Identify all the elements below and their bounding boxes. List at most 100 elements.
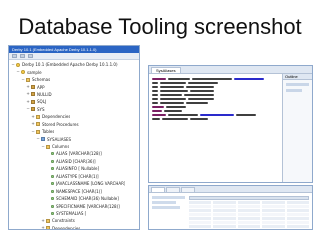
- tree-item[interactable]: NAMESPACE [CHAR(1)]: [11, 187, 137, 194]
- folder-icon: [46, 144, 50, 149]
- tree-item[interactable]: JAVACLASSNAME [LONG VARCHAR]: [11, 180, 137, 187]
- results-grid-cell: [189, 225, 212, 228]
- tree-item-label: sample: [27, 69, 42, 75]
- tree-item-label: Stored Procedures: [42, 121, 79, 127]
- sql-code-area[interactable]: [152, 77, 280, 121]
- results-grid-cell: [262, 221, 285, 224]
- results-tab[interactable]: [181, 187, 195, 192]
- history-item[interactable]: [152, 206, 180, 209]
- history-item[interactable]: [152, 201, 176, 204]
- database-icon: [16, 62, 20, 67]
- results-grid-cell: [286, 213, 310, 216]
- results-grid-cell: [286, 201, 310, 204]
- tree-item[interactable]: ALIASID [CHAR(36)]: [11, 158, 137, 165]
- results-grid-cell: [237, 217, 261, 220]
- tree-item-label: SPECIFICNAME [VARCHAR(128)]: [56, 203, 120, 209]
- tree-item[interactable]: SPECIFICNAME [VARCHAR(128)]: [11, 202, 137, 209]
- history-item[interactable]: [152, 196, 185, 199]
- tree-item[interactable]: + Dependencies: [11, 113, 137, 120]
- results-grid-row[interactable]: [189, 209, 310, 212]
- results-grid-row[interactable]: [189, 217, 310, 220]
- slide-title: Database Tooling screenshot: [18, 14, 302, 39]
- tree-item[interactable]: + Stored Procedures: [11, 121, 137, 128]
- tree-item[interactable]: + SQLJ: [11, 98, 137, 105]
- expand-icon[interactable]: +: [26, 99, 30, 104]
- column-icon: [51, 197, 54, 201]
- outline-panel: Outline: [282, 74, 312, 182]
- tree-item[interactable]: + Dependencies: [11, 225, 137, 229]
- collapse-icon[interactable]: −: [16, 70, 20, 74]
- expand-icon[interactable]: +: [41, 226, 45, 229]
- results-tab-bar: [149, 186, 312, 193]
- tree-item[interactable]: ALIAS [VARCHAR(128)]: [11, 150, 137, 157]
- tree-item[interactable]: + NULLID: [11, 91, 137, 98]
- collapse-icon[interactable]: −: [31, 129, 35, 134]
- database-icon: [21, 70, 25, 75]
- tree-item[interactable]: − SYSALIASES: [11, 135, 137, 142]
- tree-item[interactable]: ALIASTYPE [CHAR(1)]: [11, 173, 137, 180]
- tree-item[interactable]: SCHEMAID [CHAR(36) Nullable]: [11, 195, 137, 202]
- results-grid-cell: [189, 221, 212, 224]
- outline-item[interactable]: [286, 89, 302, 92]
- expand-icon[interactable]: +: [26, 85, 30, 89]
- collapse-icon[interactable]: −: [11, 62, 15, 67]
- column-icon: [51, 182, 54, 186]
- results-grid-row[interactable]: [189, 201, 310, 204]
- tree-item-label: Derby 10.1 (Embedded Apache Derby 10.1.1…: [22, 62, 118, 68]
- tab-sysaliases[interactable]: SysAliases: [151, 67, 181, 73]
- tree-item[interactable]: ALIASINFO [ Nullable]: [11, 165, 137, 172]
- tree-item[interactable]: − sample: [11, 68, 137, 75]
- tree-item-label: SQLJ: [37, 99, 47, 105]
- tree-item[interactable]: + Constraints: [11, 217, 137, 224]
- expand-icon[interactable]: +: [26, 92, 30, 96]
- collapse-icon[interactable]: −: [26, 107, 30, 111]
- collapse-all-icon[interactable]: [12, 54, 17, 58]
- results-grid-cell: [213, 225, 236, 228]
- results-grid-row[interactable]: [189, 205, 310, 208]
- table-icon: [41, 137, 45, 142]
- results-grid-cell: [189, 209, 212, 212]
- tree-item[interactable]: + APP: [11, 83, 137, 90]
- results-tab[interactable]: [151, 187, 165, 192]
- results-grid-row[interactable]: [189, 213, 310, 216]
- tree-item[interactable]: − Tables: [11, 128, 137, 135]
- folder-icon: [46, 226, 50, 229]
- schema-icon: [31, 107, 35, 112]
- results-grid-row[interactable]: [189, 225, 310, 228]
- outline-item[interactable]: [286, 83, 309, 86]
- results-tab[interactable]: [166, 187, 180, 192]
- editor-tab-bar: SysAliases: [149, 66, 312, 74]
- results-grid-cell: [189, 217, 212, 220]
- results-grid: [189, 196, 310, 229]
- link-editor-icon[interactable]: [20, 54, 25, 58]
- expand-icon[interactable]: +: [41, 218, 45, 223]
- database-tooling-screenshot: Derby 10.1 (Embedded Apache Derby 10.1.1…: [8, 45, 313, 230]
- collapse-icon[interactable]: −: [21, 77, 25, 82]
- results-grid-cell: [262, 217, 285, 220]
- view-menu-icon[interactable]: [28, 54, 33, 58]
- results-grid-cell: [189, 201, 212, 204]
- collapse-icon[interactable]: −: [41, 144, 45, 149]
- expand-icon[interactable]: +: [31, 114, 35, 119]
- folder-icon: [36, 122, 40, 127]
- tree-item[interactable]: − Derby 10.1 (Embedded Apache Derby 10.1.…: [11, 61, 137, 68]
- tree-item[interactable]: − Schemas: [11, 76, 137, 83]
- results-grid-row[interactable]: [189, 221, 310, 224]
- collapse-icon[interactable]: −: [36, 137, 40, 141]
- outline-tab[interactable]: Outline: [283, 74, 312, 80]
- results-grid-cell: [237, 221, 261, 224]
- tree-item[interactable]: SYSTEMALIAS [: [11, 210, 137, 217]
- results-grid-cell: [286, 221, 310, 224]
- expand-icon[interactable]: +: [31, 122, 35, 126]
- column-icon: [51, 189, 54, 193]
- tree-item[interactable]: − Columns: [11, 143, 137, 150]
- tree-item[interactable]: − SYS: [11, 106, 137, 113]
- tree-item-label: SYSALIASES: [47, 136, 72, 142]
- column-icon: [51, 159, 54, 163]
- column-icon: [51, 211, 54, 215]
